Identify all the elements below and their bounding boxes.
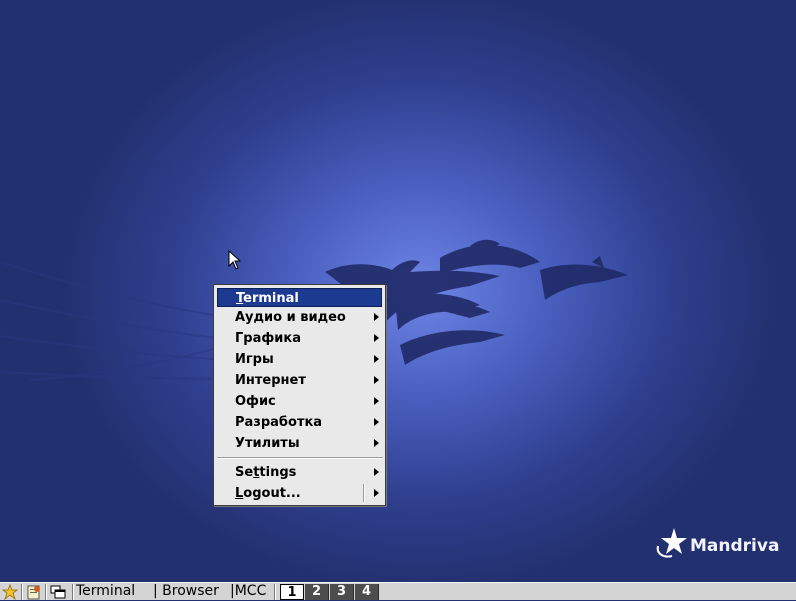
submenu-arrow-icon (374, 376, 379, 384)
taskbar-separator (45, 584, 47, 600)
menu-item-games[interactable]: Игры (217, 350, 382, 369)
workspace-2[interactable]: 2 (305, 584, 329, 600)
menu-item-label: Утилиты (235, 436, 300, 451)
menu-item-label: Офис (235, 394, 276, 409)
taskbar: Terminal | Browser |MCC 1 2 3 4 (0, 582, 796, 600)
menu-item-graphics[interactable]: Графика (217, 329, 382, 348)
workspace-1[interactable]: 1 (280, 584, 304, 600)
dolphin-wallpaper-art (0, 239, 628, 381)
menu-item-label: Игры (235, 352, 274, 367)
menu-item-label: Se (235, 465, 254, 480)
workspace-4[interactable]: 4 (355, 584, 379, 600)
document-icon[interactable] (26, 584, 42, 600)
menu-item-label: Аудио и видео (235, 310, 346, 325)
submenu-arrow-icon (374, 418, 379, 426)
root-menu: Terminal Аудио и видео Графика Игры Инте… (213, 284, 386, 506)
taskbar-separator (72, 584, 74, 600)
task-mcc[interactable]: |MCC (230, 583, 266, 600)
menu-separator (217, 457, 383, 459)
menu-item-internet[interactable]: Интернет (217, 371, 382, 390)
submenu-arrow-icon (374, 468, 379, 476)
menu-item-settings[interactable]: Settings (217, 463, 382, 482)
menu-item-label: Разработка (235, 415, 323, 430)
menu-item-label: erminal (243, 291, 299, 306)
menu-vertical-separator (363, 484, 365, 502)
taskbar-separator (21, 584, 23, 600)
mandriva-star-icon (656, 528, 687, 558)
submenu-arrow-icon (374, 355, 379, 363)
submenu-arrow-icon (374, 313, 379, 321)
star-icon[interactable] (2, 584, 18, 600)
windows-icon[interactable] (50, 584, 66, 600)
menu-item-label: Графика (235, 331, 301, 346)
menu-item-utilities[interactable]: Утилиты (217, 434, 382, 453)
submenu-arrow-icon (374, 334, 379, 342)
brand-name: Mandriva (690, 536, 780, 556)
menu-item-label: ogout... (243, 486, 301, 501)
mouse-pointer-icon (228, 250, 242, 270)
menu-item-audio-video[interactable]: Аудио и видео (217, 308, 382, 327)
submenu-arrow-icon (374, 439, 379, 447)
taskbar-separator (274, 584, 276, 600)
menu-item-development[interactable]: Разработка (217, 413, 382, 432)
submenu-arrow-icon (374, 489, 379, 497)
menu-item-terminal[interactable]: Terminal (217, 288, 382, 307)
menu-item-label: tings (259, 465, 297, 480)
menu-item-logout[interactable]: Logout... (217, 484, 382, 503)
desktop[interactable]: Mandriva (0, 0, 796, 582)
menu-item-office[interactable]: Офис (217, 392, 382, 411)
task-browser[interactable]: | Browser (153, 583, 219, 600)
submenu-arrow-icon (374, 397, 379, 405)
task-terminal[interactable]: Terminal (76, 583, 135, 600)
menu-item-label: Интернет (235, 373, 306, 388)
workspace-3[interactable]: 3 (330, 584, 354, 600)
mandriva-logo: Mandriva (654, 526, 779, 560)
